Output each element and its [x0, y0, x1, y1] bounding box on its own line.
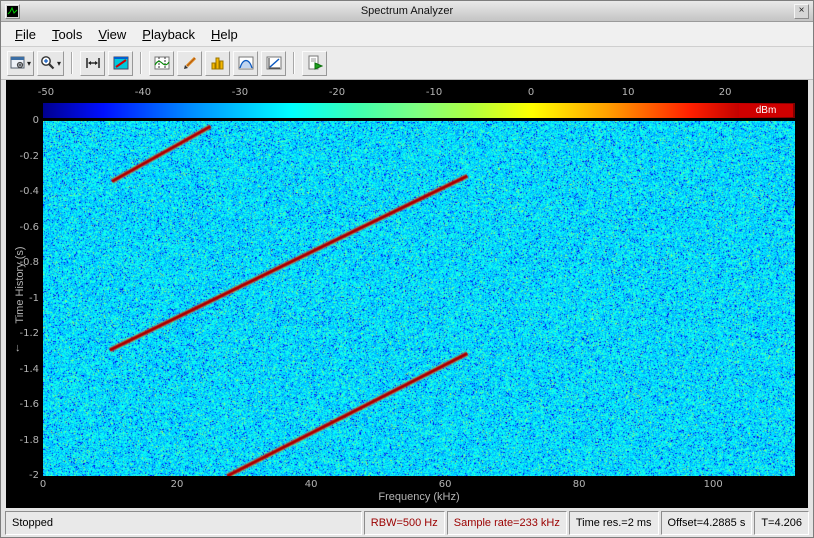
- app-icon: [5, 4, 20, 19]
- peaks-bars-icon: [210, 55, 226, 71]
- y-tick-label: -1.4: [6, 364, 39, 375]
- y-tick-label: -0.4: [6, 186, 39, 197]
- x-tick-label: 40: [305, 479, 318, 490]
- toolbar-button-channel-measurements[interactable]: [233, 51, 258, 76]
- status-time: T=4.206: [754, 511, 809, 535]
- colorbar-tick-label: -20: [329, 87, 345, 98]
- x-tick-label: 100: [704, 479, 723, 490]
- menu-tools[interactable]: Tools: [44, 24, 90, 45]
- spectrum-analyzer-window: Spectrum Analyzer × File Tools View Play…: [0, 0, 814, 538]
- toolbar-button-ccdf-measurements[interactable]: [261, 51, 286, 76]
- colorbar-tick-label: -50: [38, 87, 54, 98]
- y-tick-label: -1.2: [6, 328, 39, 339]
- y-tick-label: -0.6: [6, 222, 39, 233]
- chevron-down-icon: ▾: [57, 59, 61, 68]
- menubar: File Tools View Playback Help: [1, 22, 813, 47]
- status-offset: Offset=4.2885 s: [661, 511, 753, 535]
- window-title: Spectrum Analyzer: [1, 5, 813, 17]
- colorbar-tick-label: 20: [719, 87, 732, 98]
- colorbar-tick-label: -40: [135, 87, 151, 98]
- toolbar-separator: [293, 52, 295, 74]
- horizontal-span-icon: [85, 55, 101, 71]
- toolbar-button-cursor-measurements[interactable]: [149, 51, 174, 76]
- spectrogram-canvas[interactable]: [43, 121, 795, 476]
- app-icon-glyph: [7, 6, 18, 17]
- ccdf-plot-icon: [266, 55, 282, 71]
- y-tick-label: -1.8: [6, 435, 39, 446]
- y-tick-label: -1.6: [6, 399, 39, 410]
- spectrogram-icon: [113, 55, 129, 71]
- y-tick-label: -2: [6, 470, 39, 481]
- menu-playback[interactable]: Playback: [134, 24, 203, 45]
- x-axis-label: Frequency (kHz): [378, 491, 459, 503]
- colorbar-tick-label: 10: [622, 87, 635, 98]
- plot-panel: -50 -40 -30 -20 -10 0 10 20 dBm 0 -0.2 -0.4 -0.6 -0…: [6, 80, 808, 508]
- colorbar: dBm: [43, 103, 795, 118]
- x-tick-label: 0: [40, 479, 46, 490]
- colorbar-tick-label: -30: [232, 87, 248, 98]
- toolbar-button-distortion-measurements[interactable]: [177, 51, 202, 76]
- cursors-icon: [154, 55, 170, 71]
- y-axis-label: Time History (s): [14, 246, 26, 323]
- y-tick-label: 0: [6, 115, 39, 126]
- menu-help[interactable]: Help: [203, 24, 246, 45]
- menu-view[interactable]: View: [90, 24, 134, 45]
- x-tick-label: 60: [439, 479, 452, 490]
- status-time-res: Time res.=2 ms: [569, 511, 659, 535]
- y-tick-label: -0.2: [6, 151, 39, 162]
- close-button[interactable]: ×: [794, 4, 809, 19]
- toolbar-separator: [140, 52, 142, 74]
- toolbar-button-peak-finder[interactable]: [205, 51, 230, 76]
- status-rbw: RBW=500 Hz: [364, 511, 445, 535]
- toolbar-button-spectrogram-view[interactable]: [108, 51, 133, 76]
- colorbar-tick-label: -10: [426, 87, 442, 98]
- status-sample-rate: Sample rate=233 kHz: [447, 511, 567, 535]
- status-state: Stopped: [5, 511, 362, 535]
- x-tick-label: 80: [573, 479, 586, 490]
- colorbar-tick-label: 0: [528, 87, 534, 98]
- toolbar-button-span-x-axis[interactable]: [80, 51, 105, 76]
- bell-curve-icon: [238, 55, 254, 71]
- toolbar-button-zoom[interactable]: ▾: [37, 51, 64, 76]
- time-direction-arrow-icon: ↓: [15, 342, 21, 354]
- x-tick-label: 20: [171, 479, 184, 490]
- chevron-down-icon: ▾: [27, 59, 31, 68]
- toolbar-button-playback-export[interactable]: [302, 51, 327, 76]
- menu-file[interactable]: File: [7, 24, 44, 45]
- toolbar-button-configuration[interactable]: ▾: [7, 51, 34, 76]
- magnifier-icon: [40, 55, 56, 71]
- scope-config-icon: [10, 55, 26, 71]
- titlebar[interactable]: Spectrum Analyzer ×: [1, 1, 813, 22]
- toolbar-separator: [71, 52, 73, 74]
- colorbar-unit-label: dBm: [739, 104, 793, 117]
- toolbar: ▾ ▾: [1, 47, 813, 80]
- page-play-icon: [307, 55, 323, 71]
- statusbar: Stopped RBW=500 Hz Sample rate=233 kHz T…: [5, 511, 809, 535]
- pencil-icon: [182, 55, 198, 71]
